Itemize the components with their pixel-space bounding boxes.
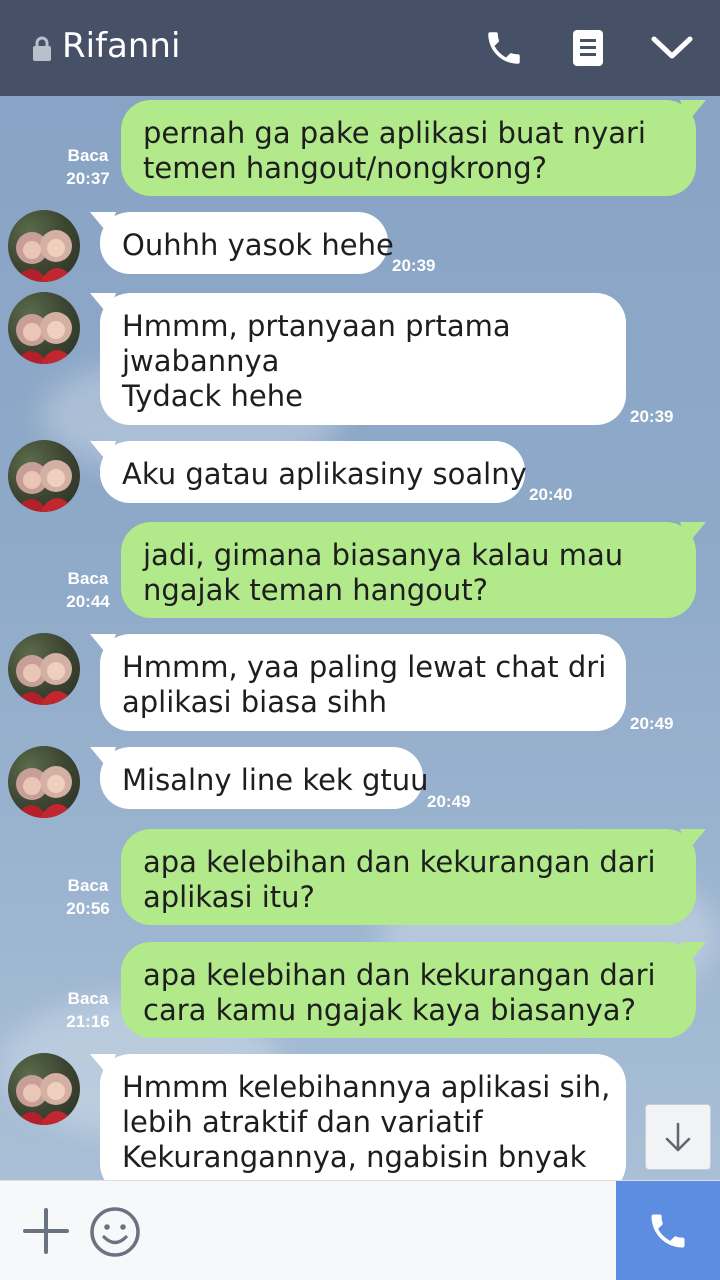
phone-icon — [488, 32, 520, 64]
message-text: apa kelebihan dan kekurangan dari — [143, 958, 656, 992]
avatar-photo — [14, 653, 76, 705]
voice-call-button[interactable] — [476, 20, 532, 76]
message-time: 20:49 — [427, 792, 471, 811]
read-receipt: Baca 20:56 — [58, 874, 118, 920]
call-button[interactable] — [616, 1181, 720, 1280]
message-text: pernah ga pake aplikasi buat nyari — [143, 116, 646, 150]
avatar[interactable] — [8, 633, 80, 705]
message-text: aplikasi itu? — [143, 880, 315, 914]
scroll-to-bottom-button[interactable] — [645, 1104, 711, 1170]
message-text: jadi, gimana biasanya kalau mau — [143, 538, 624, 572]
notes-button[interactable] — [560, 20, 616, 76]
incoming-message[interactable]: Aku gatau aplikasiny soalny — [100, 441, 527, 503]
message-time: 20:56 — [66, 899, 110, 918]
incoming-message[interactable]: Hmmm, prtanyaan prtama jwabannya Tydack … — [100, 293, 626, 425]
read-label: Baca — [67, 876, 109, 895]
read-label: Baca — [67, 146, 109, 165]
message-text: Aku gatau aplikasiny soalny — [122, 457, 527, 491]
avatar[interactable] — [8, 1053, 80, 1125]
expand-menu-button[interactable] — [644, 20, 700, 76]
outgoing-message[interactable]: apa kelebihan dan kekurangan dari cara k… — [121, 942, 696, 1038]
message-text: jwabannya — [122, 344, 280, 378]
incoming-message[interactable]: Ouhhh yasok hehe — [100, 212, 394, 274]
message-time: 20:49 — [630, 714, 674, 733]
message-text: apa kelebihan dan kekurangan dari — [143, 845, 656, 879]
avatar-photo — [14, 460, 76, 512]
message-time: 20:40 — [529, 485, 573, 504]
avatar[interactable] — [8, 292, 80, 364]
avatar-photo — [14, 1073, 76, 1125]
message-text: Ouhhh yasok hehe — [122, 228, 394, 262]
message-text: Hmmm, prtanyaan prtama — [122, 309, 511, 343]
arrow-down-icon — [665, 1122, 691, 1152]
message-text: ngajak teman hangout? — [143, 573, 489, 607]
message-text: Misalny line kek gtuu — [122, 763, 429, 797]
avatar-photo — [14, 230, 76, 282]
message-time: 20:39 — [392, 256, 436, 275]
outgoing-message[interactable]: pernah ga pake aplikasi buat nyari temen… — [121, 100, 696, 196]
emoji-icon[interactable] — [89, 1206, 141, 1258]
avatar[interactable] — [8, 746, 80, 818]
note-icon — [573, 30, 603, 66]
avatar[interactable] — [8, 210, 80, 282]
message-time: 20:39 — [630, 407, 674, 426]
read-receipt: Baca 20:44 — [58, 567, 118, 613]
chat-message-list[interactable]: Baca 20:37 pernah ga pake aplikasi buat … — [0, 96, 720, 1180]
read-receipt: Baca 21:16 — [58, 987, 118, 1033]
message-text: temen hangout/nongkrong? — [143, 151, 548, 185]
message-text: lebih atraktif dan variatif — [122, 1105, 483, 1139]
message-time: 20:37 — [66, 169, 110, 188]
message-time: 20:44 — [66, 592, 110, 611]
avatar[interactable] — [8, 440, 80, 512]
chat-header: Rifanni — [0, 0, 720, 96]
lock-icon — [33, 36, 51, 61]
read-receipt: Baca 20:37 — [58, 144, 118, 190]
input-bar — [0, 1180, 720, 1280]
read-label: Baca — [67, 989, 109, 1008]
phone-icon — [651, 1214, 685, 1248]
chat-title[interactable]: Rifanni — [62, 26, 180, 66]
plus-icon[interactable] — [22, 1207, 70, 1255]
message-time: 21:16 — [66, 1012, 110, 1031]
message-text: aplikasi biasa sihh — [122, 685, 387, 719]
avatar-photo — [14, 312, 76, 364]
message-text: Tydack hehe — [122, 379, 303, 413]
chevron-down-icon — [651, 36, 693, 59]
avatar-photo — [14, 766, 76, 818]
incoming-message[interactable]: Misalny line kek gtuu — [100, 747, 429, 809]
incoming-message[interactable]: Hmmm, yaa paling lewat chat dri aplikasi… — [100, 634, 626, 731]
outgoing-message[interactable]: apa kelebihan dan kekurangan dari aplika… — [121, 829, 696, 925]
read-label: Baca — [67, 569, 109, 588]
message-text: Kekurangannya, ngabisin bnyak — [122, 1140, 587, 1174]
message-text: Hmmm kelebihannya aplikasi sih, — [122, 1070, 611, 1104]
outgoing-message[interactable]: jadi, gimana biasanya kalau mau ngajak t… — [121, 522, 696, 618]
message-text: Hmmm, yaa paling lewat chat dri — [122, 650, 607, 684]
incoming-message[interactable]: Hmmm kelebihannya aplikasi sih, lebih at… — [100, 1054, 626, 1180]
message-text: cara kamu ngajak kaya biasanya? — [143, 993, 636, 1027]
